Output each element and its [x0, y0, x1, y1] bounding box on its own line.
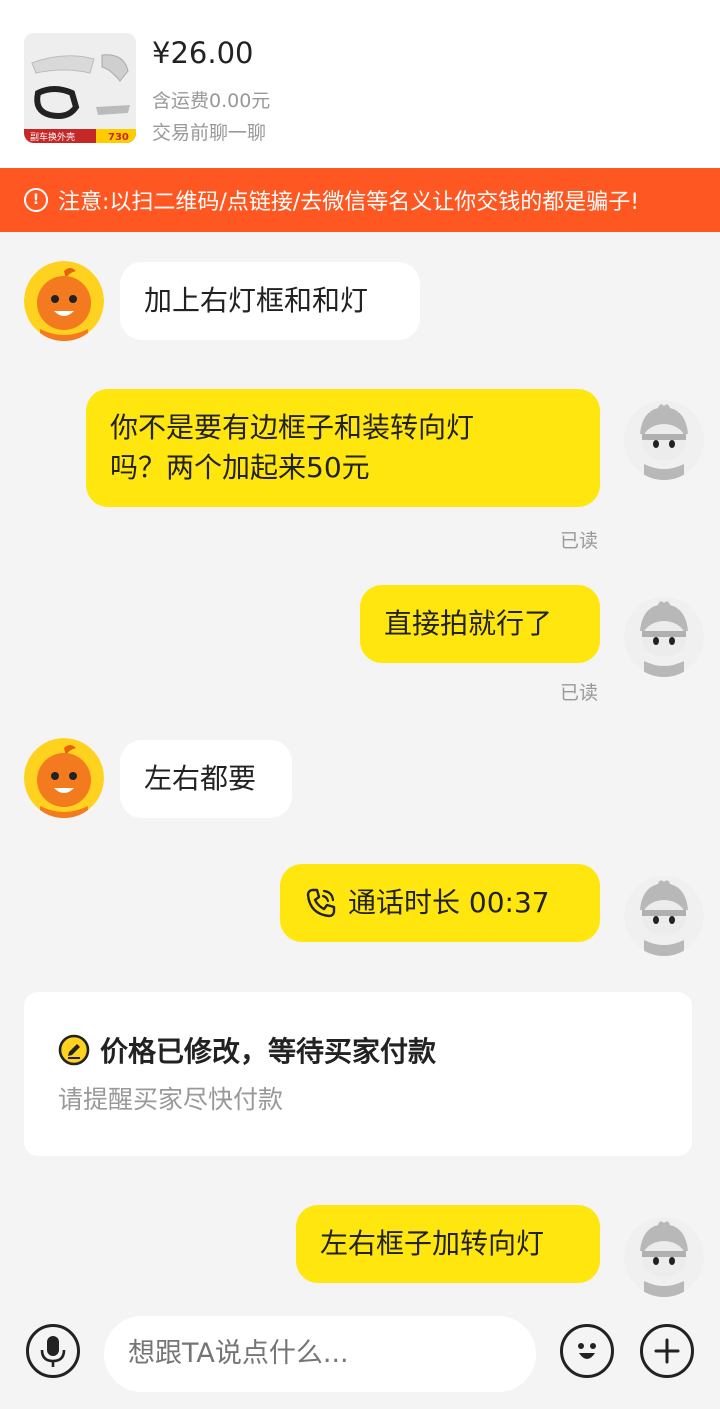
- message-bubble-incoming[interactable]: 左右都要: [120, 740, 292, 818]
- price-card-title: 价格已修改，等待买家付款: [58, 1030, 436, 1070]
- self-avatar[interactable]: [624, 597, 704, 677]
- price-card-subtitle: 请提醒买家尽快付款: [58, 1085, 284, 1114]
- product-thumbnail[interactable]: 副车换外壳 730: [24, 33, 136, 143]
- chat-hint: 交易前聊一聊: [152, 122, 267, 144]
- seller-avatar[interactable]: [24, 261, 104, 341]
- product-price: ¥26.00: [152, 36, 254, 70]
- message-input[interactable]: [104, 1316, 536, 1392]
- message-text-line: 你不是要有边框子和装转向灯: [110, 411, 475, 444]
- thumb-tag-right: 730: [108, 132, 129, 143]
- product-header: 副车换外壳 730 ¥26.00 含运费0.00元 交易前聊一聊: [0, 0, 720, 168]
- message-text: 直接拍就行了: [384, 607, 553, 640]
- read-status: 已读: [560, 682, 599, 704]
- call-record-bubble[interactable]: 通话时长 00:37: [280, 864, 600, 942]
- call-duration-text: 通话时长 00:37: [348, 886, 550, 919]
- warning-icon: !: [24, 188, 48, 212]
- seller-avatar[interactable]: [24, 738, 104, 818]
- message-text: 左右框子加转向灯: [320, 1227, 545, 1260]
- edit-price-icon: [58, 1034, 90, 1066]
- microphone-icon: [40, 1336, 66, 1367]
- message-bubble-outgoing[interactable]: 直接拍就行了: [360, 585, 600, 663]
- self-avatar[interactable]: [624, 1217, 704, 1297]
- message-text: 加上右灯框和和灯: [144, 284, 369, 317]
- smiley-icon: [578, 1343, 596, 1359]
- price-card-title-text: 价格已修改，等待买家付款: [100, 1035, 437, 1068]
- message-text-line: 吗？两个加起来50元: [110, 451, 370, 484]
- shipping-info: 含运费0.00元: [152, 90, 271, 112]
- thumb-tag-left: 副车换外壳: [30, 131, 75, 143]
- more-button[interactable]: [640, 1324, 694, 1378]
- self-avatar[interactable]: [624, 400, 704, 480]
- message-bubble-outgoing[interactable]: 你不是要有边框子和装转向灯 吗？两个加起来50元: [86, 389, 600, 507]
- message-text: 左右都要: [144, 762, 257, 795]
- emoji-button[interactable]: [560, 1324, 614, 1378]
- price-modified-card[interactable]: 价格已修改，等待买家付款 请提醒买家尽快付款: [24, 992, 692, 1156]
- voice-button[interactable]: [26, 1324, 80, 1378]
- phone-icon: [306, 888, 336, 918]
- self-avatar[interactable]: [624, 876, 704, 956]
- fraud-warning-banner: ! 注意:以扫二维码/点链接/去微信等名义让你交钱的都是骗子!: [0, 168, 720, 232]
- fraud-warning-text: 注意:以扫二维码/点链接/去微信等名义让你交钱的都是骗子!: [58, 190, 640, 215]
- message-bubble-outgoing[interactable]: 左右框子加转向灯: [296, 1205, 600, 1283]
- read-status: 已读: [560, 530, 599, 552]
- plus-icon: [654, 1338, 680, 1364]
- message-bubble-incoming[interactable]: 加上右灯框和和灯: [120, 262, 420, 340]
